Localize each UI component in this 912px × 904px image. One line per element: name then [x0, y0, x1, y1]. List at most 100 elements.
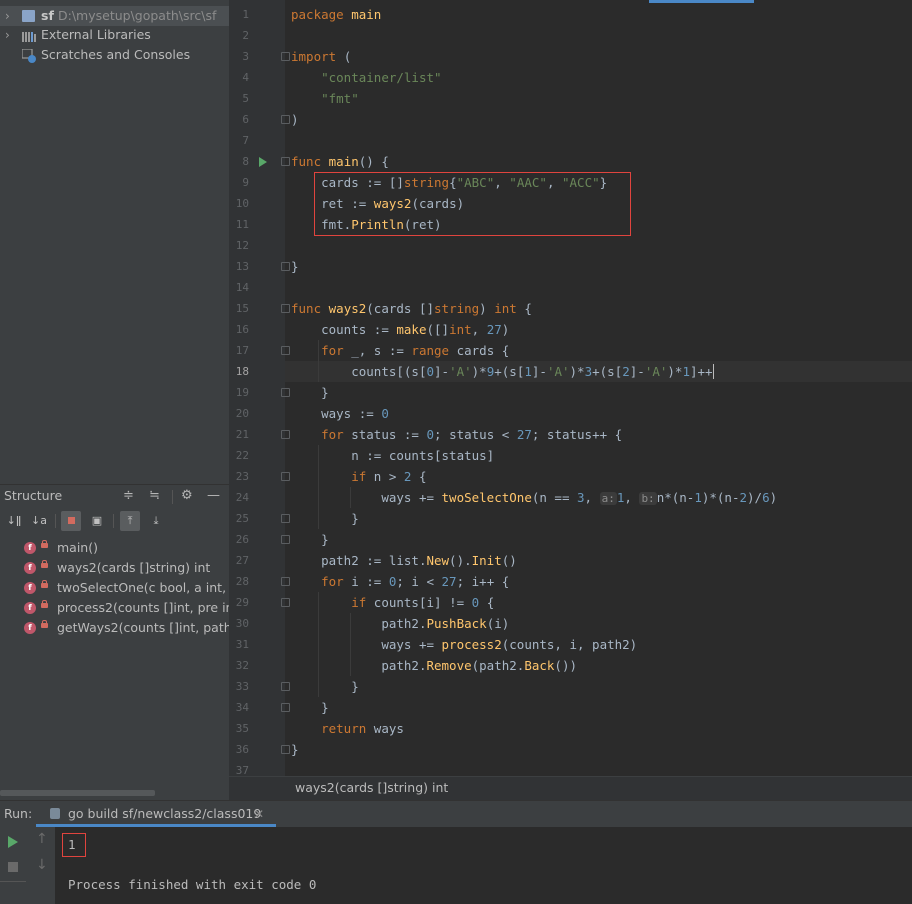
function-icon: f — [24, 602, 36, 614]
structure-item[interactable]: f getWays2(counts []int, path2 * — [0, 618, 229, 638]
arrow-up-icon[interactable]: ↑ — [36, 831, 48, 847]
autoscroll-from-source-icon[interactable]: ⤓ — [146, 511, 166, 531]
external-libraries-row[interactable]: › External Libraries — [0, 25, 229, 45]
line-number: 6 — [242, 113, 249, 126]
fold-marker[interactable] — [281, 472, 290, 481]
fold-marker[interactable] — [281, 388, 290, 397]
line-number: 11 — [235, 218, 249, 231]
line-number: 35 — [235, 722, 249, 735]
line-number: 23 — [235, 470, 249, 483]
structure-item[interactable]: f process2(counts []int, pre int, — [0, 598, 229, 618]
line-number: 13 — [235, 260, 249, 273]
structure-item[interactable]: f ways2(cards []string) int — [0, 558, 229, 578]
line-number: 15 — [235, 302, 249, 315]
lock-icon — [41, 540, 48, 548]
structure-item-label: getWays2(counts []int, path2 * — [57, 620, 229, 635]
line-number: 25 — [235, 512, 249, 525]
line-number: 5 — [242, 92, 249, 105]
code-line-23: if n > 2 { — [351, 469, 427, 484]
fold-marker[interactable] — [281, 304, 290, 313]
code-line-15: func ways2(cards []string) int { — [291, 301, 532, 316]
code-editor[interactable]: 1 2 3 4 5 6 7 8 9 10 11 12 13 14 15 16 17 18 19 20 21 22 23 24 2… — [229, 0, 912, 776]
fold-marker[interactable] — [281, 598, 290, 607]
function-icon: f — [24, 582, 36, 594]
fold-marker[interactable] — [281, 157, 290, 166]
console-output[interactable]: 1 Process finished with exit code 0 — [55, 827, 912, 904]
code-line-13: } — [291, 259, 299, 274]
scratches-row[interactable]: Scratches and Consoles — [0, 45, 229, 65]
autoscroll-to-source-icon[interactable]: ⤒ — [120, 511, 140, 531]
horizontal-scrollbar[interactable] — [0, 790, 155, 796]
line-number: 4 — [242, 71, 249, 84]
code-line-18: counts[(s[0]-'A')*9+(s[1]-'A')*3+(s[2]-'… — [351, 364, 714, 379]
line-number: 22 — [235, 449, 249, 462]
structure-item-label: main() — [57, 540, 98, 555]
expand-all-icon[interactable]: ≑ — [123, 485, 134, 507]
fold-marker[interactable] — [281, 514, 290, 523]
show-fields-icon[interactable] — [61, 511, 81, 531]
gear-icon[interactable]: ⚙ — [181, 485, 193, 507]
code-line-19: } — [321, 385, 329, 400]
fold-marker[interactable] — [281, 535, 290, 544]
fold-marker[interactable] — [281, 262, 290, 271]
fold-marker[interactable] — [281, 703, 290, 712]
structure-item-label: ways2(cards []string) int — [57, 560, 211, 575]
code-line-21: for status := 0; status < 27; status++ { — [321, 427, 623, 442]
structure-toolbar: ↓ǁ ↓a ▣ ⤒ ⤓ — [0, 509, 229, 535]
line-number: 20 — [235, 407, 249, 420]
fold-marker[interactable] — [281, 577, 290, 586]
minimize-icon[interactable]: — — [207, 485, 220, 507]
code-line-25: } — [351, 511, 359, 526]
arrow-down-icon[interactable]: ↓ — [36, 857, 48, 873]
fold-marker[interactable] — [281, 430, 290, 439]
toolbar-divider — [55, 514, 56, 528]
code-line-5: "fmt" — [321, 91, 359, 106]
code-line-31: ways += process2(counts, i, path2) — [381, 637, 638, 652]
code-line-24: ways += twoSelectOne(n == 3, a: 1, b: n*(n… — [381, 490, 778, 505]
console-output-value: 1 — [68, 837, 76, 852]
line-number: 34 — [235, 701, 249, 714]
fold-marker[interactable] — [281, 745, 290, 754]
chevron-right-icon[interactable]: › — [5, 25, 10, 45]
run-gutter-icon[interactable] — [259, 157, 267, 167]
line-number: 37 — [235, 764, 249, 776]
code-line-22: n := counts[status] — [351, 448, 495, 463]
project-root-path: D:\mysetup\gopath\src\sf — [58, 8, 217, 23]
toolbar-divider — [113, 514, 114, 528]
highlight-box — [314, 172, 631, 236]
structure-item[interactable]: f main() — [0, 538, 229, 558]
fold-marker[interactable] — [281, 682, 290, 691]
project-root-row[interactable]: › sf D:\mysetup\gopath\src\sf — [0, 6, 229, 26]
line-number: 31 — [235, 638, 249, 651]
collapse-all-icon[interactable]: ≒ — [149, 485, 160, 507]
breadcrumb-item[interactable]: ways2(cards []string) int — [295, 777, 448, 799]
toolbar-divider — [0, 881, 26, 882]
breadcrumb[interactable]: ways2(cards []string) int — [229, 776, 912, 801]
stop-icon[interactable] — [8, 862, 18, 872]
structure-item[interactable]: f twoSelectOne(c bool, a int, b — [0, 578, 229, 598]
rerun-icon[interactable] — [8, 836, 18, 848]
line-number: 14 — [235, 281, 249, 294]
show-folder-icon[interactable]: ▣ — [87, 511, 107, 531]
fold-marker[interactable] — [281, 115, 290, 124]
scratches-label: Scratches and Consoles — [41, 47, 191, 62]
line-number: 28 — [235, 575, 249, 588]
structure-item-label: process2(counts []int, pre int, — [57, 600, 229, 615]
line-number: 26 — [235, 533, 249, 546]
code-line-33: } — [351, 679, 359, 694]
line-number: 12 — [235, 239, 249, 252]
line-number: 30 — [235, 617, 249, 630]
sort-visibility-icon[interactable]: ↓ǁ — [4, 511, 24, 531]
code-line-34: } — [321, 700, 329, 715]
param-hint-a: a: — [599, 492, 617, 505]
fold-marker[interactable] — [281, 346, 290, 355]
sort-alpha-icon[interactable]: ↓a — [29, 511, 49, 531]
line-number: 24 — [235, 491, 249, 504]
chevron-right-icon[interactable]: › — [5, 6, 10, 26]
fold-marker[interactable] — [281, 52, 290, 61]
active-tab-indicator — [649, 0, 754, 3]
line-number: 36 — [235, 743, 249, 756]
structure-item-label: twoSelectOne(c bool, a int, b — [57, 580, 229, 595]
code-line-6: ) — [291, 112, 299, 127]
line-number: 10 — [235, 197, 249, 210]
